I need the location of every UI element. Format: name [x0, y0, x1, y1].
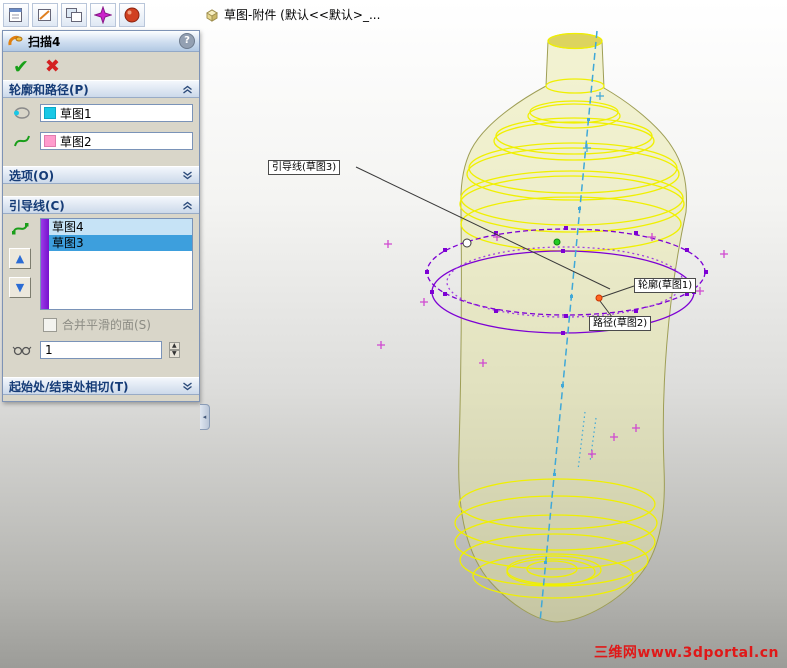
- spinner-up-icon[interactable]: ▲: [169, 342, 180, 350]
- render-sphere-icon[interactable]: [119, 3, 145, 27]
- callout-guide-curve[interactable]: 引导线(草图3): [268, 160, 341, 175]
- profile-input[interactable]: 草图1: [40, 104, 193, 122]
- section-count-input[interactable]: 1: [40, 341, 162, 359]
- section-count-value: 1: [45, 343, 53, 357]
- path-selection-point: [553, 238, 561, 246]
- cancel-button[interactable]: ✖: [45, 57, 60, 77]
- panel-collapse-handle[interactable]: ◂: [200, 404, 210, 430]
- guide-curves-body: ▲ ▼ 草图4 草图3: [3, 214, 199, 312]
- callout-profile[interactable]: 轮廓(草图1): [634, 278, 697, 293]
- path-field-row: 草图2: [3, 126, 199, 154]
- sketch-icon[interactable]: [32, 3, 58, 27]
- move-down-button[interactable]: ▼: [9, 277, 31, 298]
- help-button[interactable]: ?: [179, 33, 195, 49]
- profile-color-swatch: [44, 107, 56, 119]
- profile-value: 草图1: [60, 106, 92, 121]
- guide-left-column: ▲ ▼: [5, 218, 35, 310]
- guide-list-items: 草图4 草图3: [49, 219, 192, 309]
- section-label: 引导线(C): [9, 198, 65, 213]
- chevron-up-icon: [182, 85, 193, 94]
- guide-point-marker: [462, 238, 472, 248]
- merge-smooth-faces-checkbox[interactable]: [43, 317, 57, 332]
- part-icon: [206, 8, 218, 22]
- panel-title: 扫描4: [28, 34, 61, 49]
- confirm-row: ✔ ✖: [3, 52, 199, 80]
- spinner-stepper[interactable]: ▲ ▼: [169, 342, 180, 358]
- panel-header: 扫描4 ?: [3, 31, 199, 52]
- document-icon[interactable]: [3, 3, 29, 27]
- axis-star-icon[interactable]: [90, 3, 116, 27]
- section-label: 轮廓和路径(P): [9, 82, 89, 97]
- spinner-down-icon[interactable]: ▼: [169, 350, 180, 358]
- callout-path[interactable]: 路径(草图2): [589, 316, 652, 331]
- section-label: 选项(O): [9, 168, 55, 183]
- section-count-row: 1 ▲ ▼: [3, 335, 199, 365]
- list-item[interactable]: 草图3: [49, 235, 192, 251]
- path-input[interactable]: 草图2: [40, 132, 193, 150]
- chevron-down-icon: [182, 381, 193, 391]
- section-header-tangency[interactable]: 起始处/结束处相切(T): [3, 377, 199, 395]
- profile-field-row: 草图1: [3, 98, 199, 126]
- property-manager-panel: 扫描4 ? ✔ ✖ 轮廓和路径(P) 草图1 草图2 选项(O) 引导线(C) …: [2, 30, 200, 402]
- top-toolbar: [3, 3, 145, 27]
- profile-sketch-icon: [9, 102, 35, 124]
- section-header-options[interactable]: 选项(O): [3, 166, 199, 184]
- path-sketch-icon: [9, 130, 35, 152]
- section-header-profile-path[interactable]: 轮廓和路径(P): [3, 80, 199, 98]
- move-up-button[interactable]: ▲: [9, 248, 31, 269]
- path-color-swatch: [44, 135, 56, 147]
- path-value: 草图2: [60, 134, 92, 149]
- guide-curves-listbox[interactable]: 草图4 草图3: [40, 218, 193, 310]
- document-title-text: 草图-附件 (默认<<默认>_...: [224, 8, 381, 22]
- chevron-up-icon: [182, 201, 193, 210]
- document-title[interactable]: 草图-附件 (默认<<默认>_...: [205, 6, 380, 23]
- sweep-feature-icon: [8, 35, 23, 46]
- merge-smooth-faces-label: 合并平滑的面(S): [62, 318, 151, 332]
- guide-curve-icon: [7, 218, 33, 240]
- section-header-guide-curves[interactable]: 引导线(C): [3, 196, 199, 214]
- watermark-text: 三维网www.3dportal.cn: [593, 645, 779, 661]
- drawing-grid-icon[interactable]: [61, 3, 87, 27]
- section-label: 起始处/结束处相切(T): [9, 379, 129, 394]
- merge-smooth-faces-row: 合并平滑的面(S): [3, 312, 199, 335]
- list-item[interactable]: 草图4: [49, 219, 192, 235]
- chevron-down-icon: [182, 170, 193, 180]
- profile-anchor-point: [595, 294, 603, 302]
- glasses-icon: [9, 339, 35, 361]
- ok-button[interactable]: ✔: [13, 57, 29, 77]
- guide-color-strip: [41, 219, 49, 309]
